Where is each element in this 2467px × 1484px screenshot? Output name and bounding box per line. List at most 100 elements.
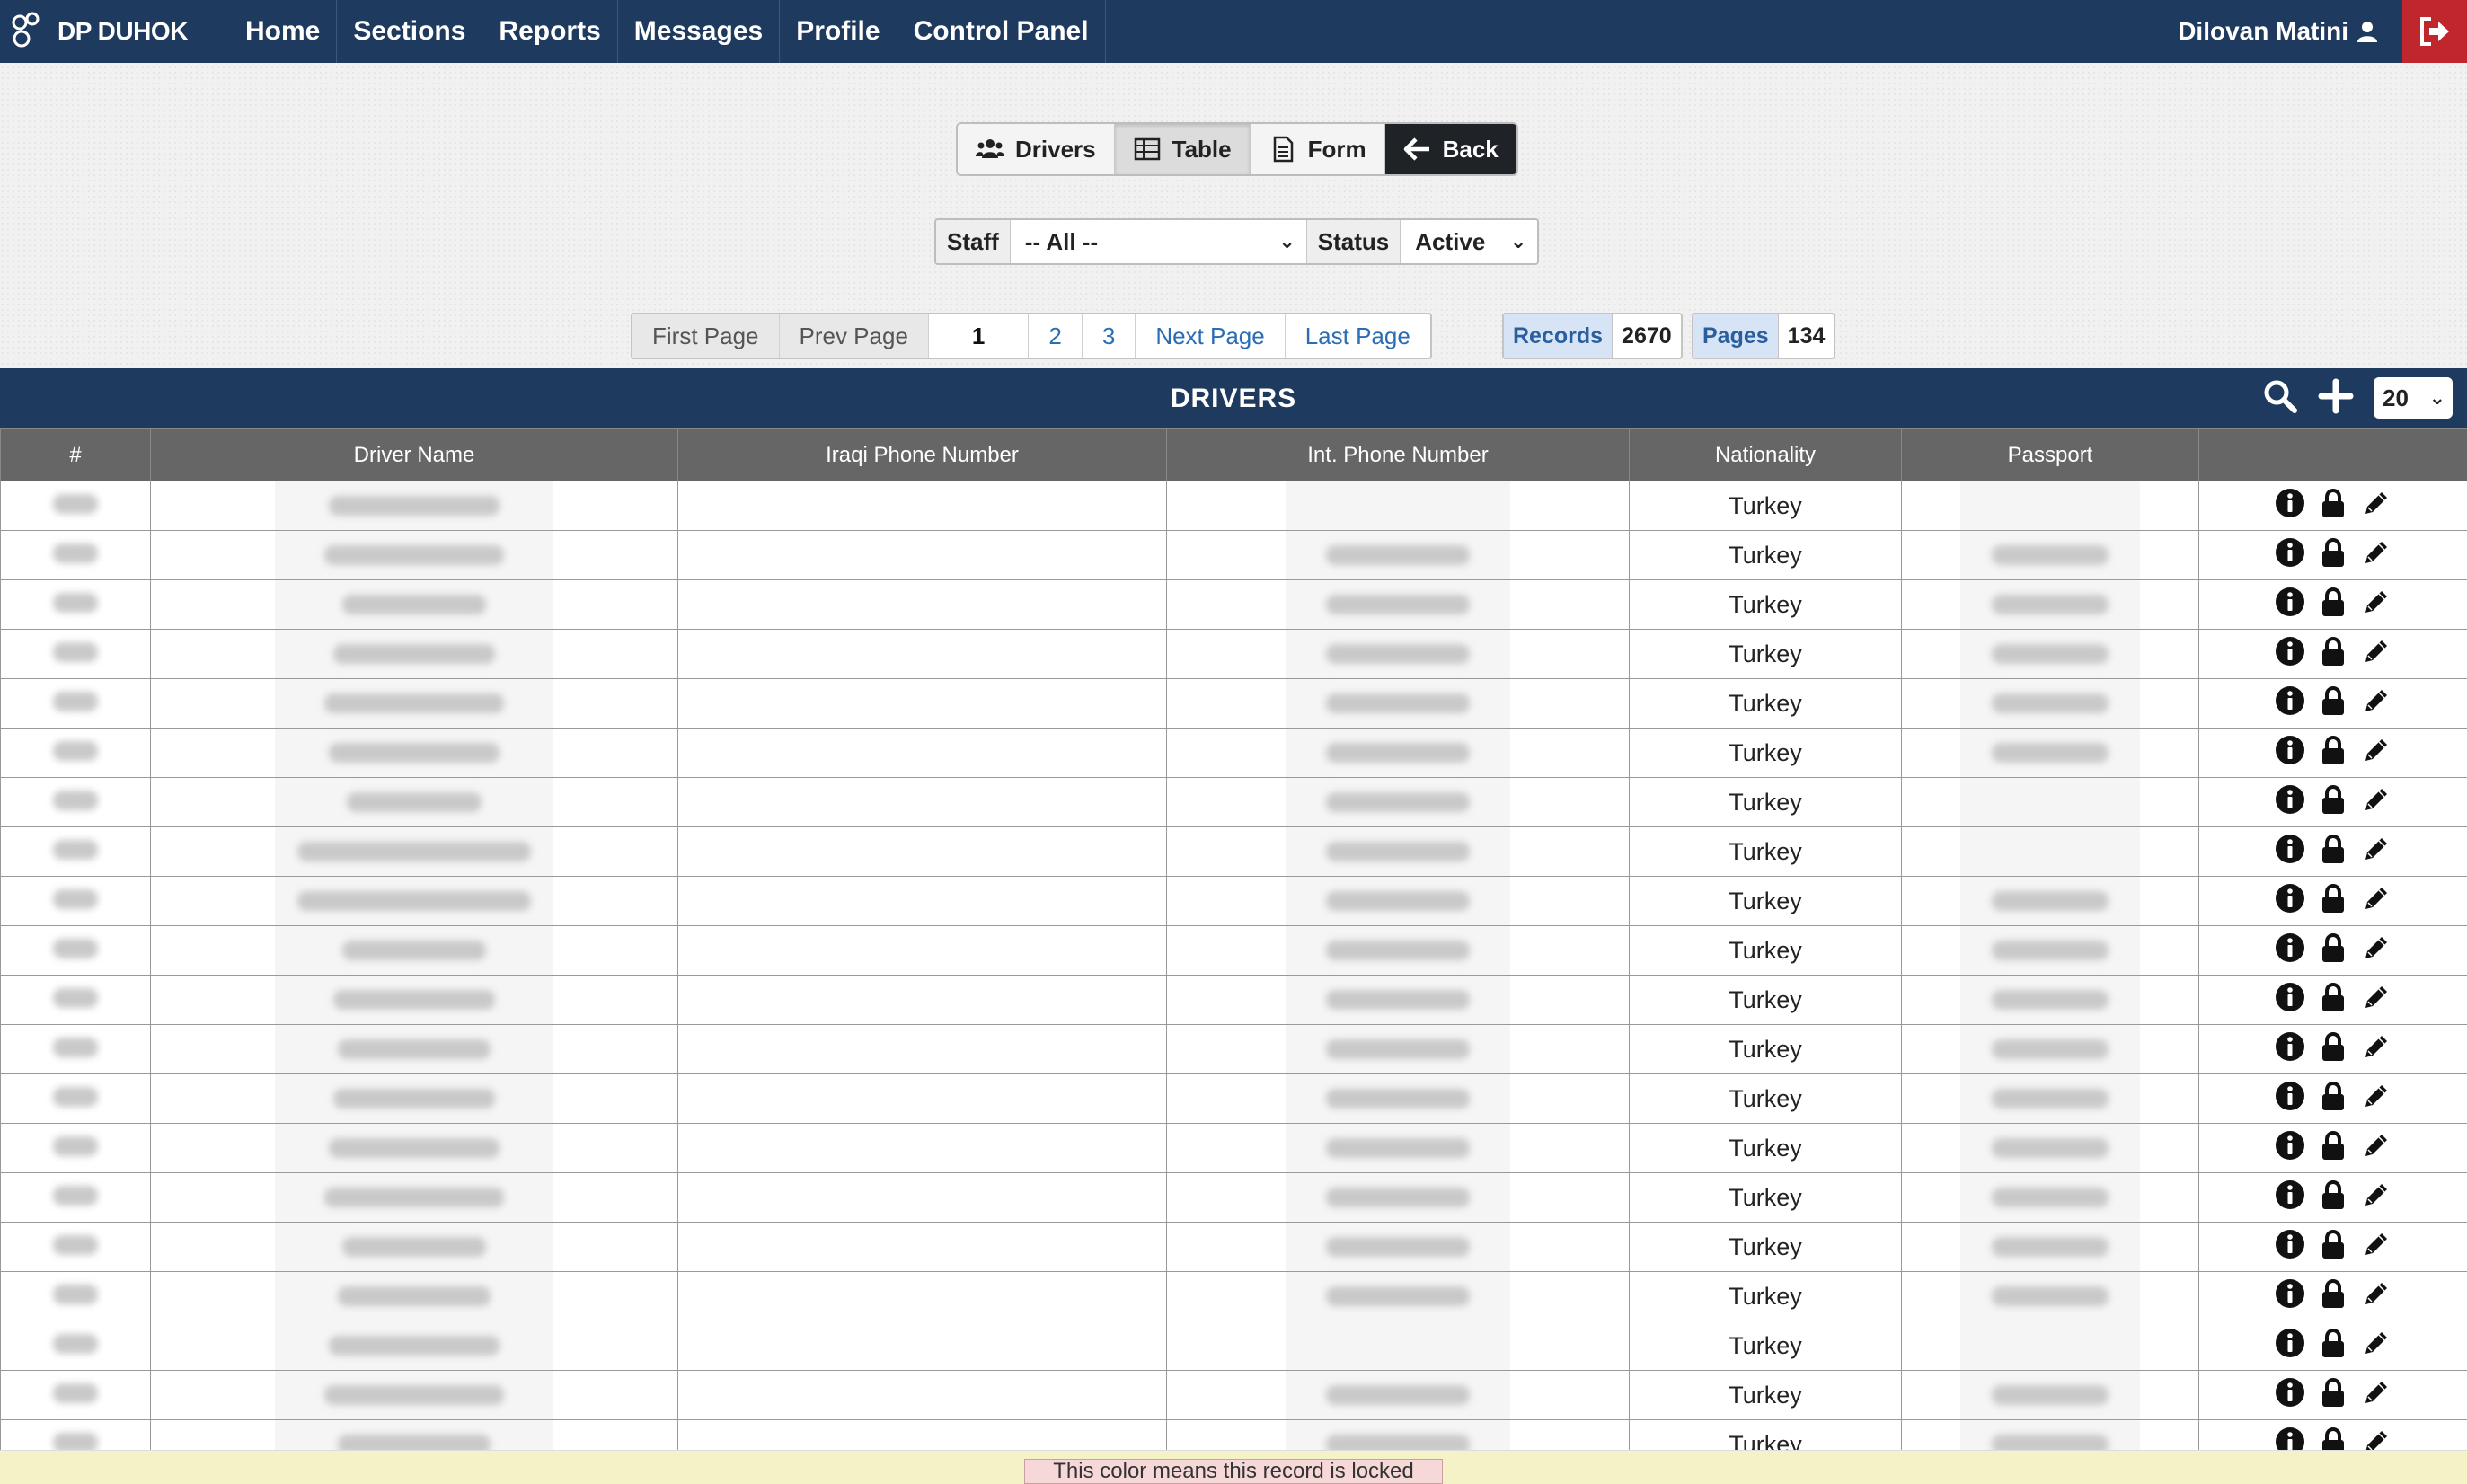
lock-icon[interactable]	[2317, 833, 2349, 871]
lock-icon[interactable]	[2317, 536, 2349, 575]
pencil-icon[interactable]	[2360, 981, 2392, 1020]
lock-icon[interactable]	[2317, 1277, 2349, 1316]
logout-button[interactable]	[2402, 0, 2467, 63]
nav-reports[interactable]: Reports	[482, 0, 618, 63]
pencil-icon[interactable]	[2360, 1228, 2392, 1267]
col-header-nationality[interactable]: Nationality	[1629, 428, 1902, 481]
pencil-icon[interactable]	[2360, 932, 2392, 970]
lock-icon[interactable]	[2317, 1376, 2349, 1415]
table-row[interactable]: Turkey	[0, 1222, 2467, 1272]
nav-control-panel[interactable]: Control Panel	[897, 0, 1106, 63]
info-circle-icon[interactable]	[2274, 536, 2306, 575]
drivers-button[interactable]: Drivers	[958, 124, 1115, 174]
nav-sections[interactable]: Sections	[337, 0, 483, 63]
lock-icon[interactable]	[2317, 1228, 2349, 1267]
nav-messages[interactable]: Messages	[618, 0, 781, 63]
pencil-icon[interactable]	[2360, 833, 2392, 871]
pencil-icon[interactable]	[2360, 586, 2392, 624]
table-row[interactable]: Turkey	[0, 1024, 2467, 1074]
lock-icon[interactable]	[2317, 734, 2349, 773]
col-header-passport[interactable]: Passport	[1901, 428, 2199, 481]
staff-select[interactable]: -- All -- ⌄	[1010, 220, 1307, 263]
brand[interactable]: DP DUHOK	[0, 0, 229, 63]
table-row[interactable]: Turkey	[0, 876, 2467, 926]
info-circle-icon[interactable]	[2274, 833, 2306, 871]
pencil-icon[interactable]	[2360, 1129, 2392, 1168]
form-button[interactable]: Form	[1250, 124, 1385, 174]
pencil-icon[interactable]	[2360, 882, 2392, 921]
pencil-icon[interactable]	[2360, 536, 2392, 575]
lock-icon[interactable]	[2317, 882, 2349, 921]
lock-icon[interactable]	[2317, 981, 2349, 1020]
lock-icon[interactable]	[2317, 1080, 2349, 1118]
table-row[interactable]: Turkey	[0, 530, 2467, 580]
col-header-number[interactable]: #	[0, 428, 151, 481]
info-circle-icon[interactable]	[2274, 1327, 2306, 1365]
last-page-button[interactable]: Last Page	[1286, 314, 1430, 358]
pencil-icon[interactable]	[2360, 685, 2392, 723]
pencil-icon[interactable]	[2360, 1080, 2392, 1118]
lock-icon[interactable]	[2317, 1179, 2349, 1217]
table-row[interactable]: Turkey	[0, 925, 2467, 976]
page-2[interactable]: 2	[1029, 314, 1083, 358]
table-row[interactable]: Turkey	[0, 1321, 2467, 1371]
info-circle-icon[interactable]	[2274, 734, 2306, 773]
nav-home[interactable]: Home	[229, 0, 338, 63]
status-select[interactable]: Active ⌄	[1401, 220, 1538, 263]
prev-page-button[interactable]: Prev Page	[779, 314, 929, 358]
info-circle-icon[interactable]	[2274, 783, 2306, 822]
page-1[interactable]: 1	[929, 314, 1030, 358]
info-circle-icon[interactable]	[2274, 882, 2306, 921]
table-row[interactable]: Turkey	[0, 1172, 2467, 1223]
table-row[interactable]: Turkey	[0, 777, 2467, 827]
lock-icon[interactable]	[2317, 1129, 2349, 1168]
lock-icon[interactable]	[2317, 1327, 2349, 1365]
pencil-icon[interactable]	[2360, 1179, 2392, 1217]
back-button[interactable]: Back	[1384, 124, 1516, 174]
table-row[interactable]: Turkey	[0, 826, 2467, 877]
info-circle-icon[interactable]	[2274, 932, 2306, 970]
lock-icon[interactable]	[2317, 487, 2349, 526]
user-menu[interactable]: Dilovan Matini	[2178, 0, 2402, 63]
info-circle-icon[interactable]	[2274, 1129, 2306, 1168]
pencil-icon[interactable]	[2360, 734, 2392, 773]
lock-icon[interactable]	[2317, 932, 2349, 970]
lock-icon[interactable]	[2317, 635, 2349, 674]
table-row[interactable]: Turkey	[0, 1073, 2467, 1124]
nav-profile[interactable]: Profile	[780, 0, 897, 63]
table-row[interactable]: Turkey	[0, 728, 2467, 778]
table-row[interactable]: Turkey	[0, 1271, 2467, 1321]
pencil-icon[interactable]	[2360, 1376, 2392, 1415]
info-circle-icon[interactable]	[2274, 487, 2306, 526]
pencil-icon[interactable]	[2360, 1327, 2392, 1365]
info-circle-icon[interactable]	[2274, 1080, 2306, 1118]
table-row[interactable]: Turkey	[0, 1123, 2467, 1173]
table-row[interactable]: Turkey	[0, 629, 2467, 679]
info-circle-icon[interactable]	[2274, 1179, 2306, 1217]
info-circle-icon[interactable]	[2274, 1277, 2306, 1316]
pencil-icon[interactable]	[2360, 783, 2392, 822]
info-circle-icon[interactable]	[2274, 685, 2306, 723]
lock-icon[interactable]	[2317, 586, 2349, 624]
add-driver-button[interactable]	[2318, 378, 2354, 419]
col-header-iraqi-phone[interactable]: Iraqi Phone Number	[677, 428, 1167, 481]
pencil-icon[interactable]	[2360, 1277, 2392, 1316]
info-circle-icon[interactable]	[2274, 586, 2306, 624]
next-page-button[interactable]: Next Page	[1136, 314, 1286, 358]
col-header-driver-name[interactable]: Driver Name	[150, 428, 678, 481]
info-circle-icon[interactable]	[2274, 1228, 2306, 1267]
lock-icon[interactable]	[2317, 685, 2349, 723]
col-header-int-phone[interactable]: Int. Phone Number	[1166, 428, 1630, 481]
pencil-icon[interactable]	[2360, 1030, 2392, 1069]
lock-icon[interactable]	[2317, 1030, 2349, 1069]
table-row[interactable]: Turkey	[0, 481, 2467, 531]
table-row[interactable]: Turkey	[0, 1370, 2467, 1420]
table-row[interactable]: Turkey	[0, 678, 2467, 729]
table-row[interactable]: Turkey	[0, 579, 2467, 630]
table-button[interactable]: Table	[1114, 124, 1251, 174]
search-button[interactable]	[2262, 378, 2298, 419]
table-row[interactable]: Turkey	[0, 975, 2467, 1025]
info-circle-icon[interactable]	[2274, 1030, 2306, 1069]
pencil-icon[interactable]	[2360, 635, 2392, 674]
info-circle-icon[interactable]	[2274, 981, 2306, 1020]
